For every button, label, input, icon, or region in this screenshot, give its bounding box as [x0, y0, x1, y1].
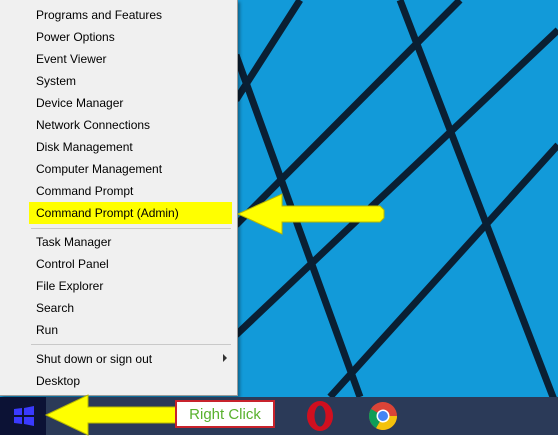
chrome-icon[interactable] [366, 399, 400, 433]
submenu-arrow-icon [223, 354, 227, 362]
menu-item-shut-down-or-sign-out[interactable]: Shut down or sign out [0, 348, 237, 370]
start-button[interactable] [0, 397, 46, 435]
annotation-arrow-menu [236, 193, 385, 235]
annotation-arrow-start [44, 394, 177, 436]
menu-item-network-connections[interactable]: Network Connections [0, 114, 237, 136]
menu-item-label: Command Prompt [36, 184, 134, 198]
menu-item-system[interactable]: System [0, 70, 237, 92]
menu-item-label: Task Manager [36, 235, 112, 249]
menu-item-label: Shut down or sign out [36, 352, 153, 366]
menu-item-label: Network Connections [36, 118, 151, 132]
menu-item-run[interactable]: Run [0, 319, 237, 341]
menu-separator [31, 228, 231, 229]
menu-separator [31, 344, 231, 345]
menu-item-power-options[interactable]: Power Options [0, 26, 237, 48]
menu-item-label: Run [36, 323, 59, 337]
menu-item-label: System [36, 74, 77, 88]
right-click-label: Right Click [189, 406, 261, 423]
menu-item-task-manager[interactable]: Task Manager [0, 231, 237, 253]
menu-item-desktop[interactable]: Desktop [0, 370, 237, 392]
menu-item-label: Power Options [36, 30, 115, 44]
menu-item-label: Desktop [36, 374, 81, 388]
menu-item-search[interactable]: Search [0, 297, 237, 319]
menu-item-label: Device Manager [36, 96, 124, 110]
menu-item-command-prompt[interactable]: Command Prompt [0, 180, 237, 202]
right-click-callout: Right Click [175, 400, 275, 428]
menu-item-label: Search [36, 301, 75, 315]
menu-item-label: Event Viewer [36, 52, 107, 66]
menu-item-label: Computer Management [36, 162, 163, 176]
menu-item-programs-and-features[interactable]: Programs and Features [0, 4, 237, 26]
menu-item-command-prompt-admin[interactable]: Command Prompt (Admin) [29, 202, 232, 224]
menu-item-label: File Explorer [36, 279, 104, 293]
menu-item-computer-management[interactable]: Computer Management [0, 158, 237, 180]
menu-item-label: Command Prompt (Admin) [36, 206, 179, 220]
power-user-menu: Programs and Features Power Options Even… [0, 0, 238, 396]
menu-item-label: Disk Management [36, 140, 133, 154]
menu-item-label: Control Panel [36, 257, 109, 271]
opera-icon[interactable] [303, 399, 337, 433]
menu-item-label: Programs and Features [36, 8, 163, 22]
windows-start-icon [14, 406, 34, 426]
menu-item-device-manager[interactable]: Device Manager [0, 92, 237, 114]
menu-item-event-viewer[interactable]: Event Viewer [0, 48, 237, 70]
menu-item-control-panel[interactable]: Control Panel [0, 253, 237, 275]
menu-item-file-explorer[interactable]: File Explorer [0, 275, 237, 297]
menu-item-disk-management[interactable]: Disk Management [0, 136, 237, 158]
